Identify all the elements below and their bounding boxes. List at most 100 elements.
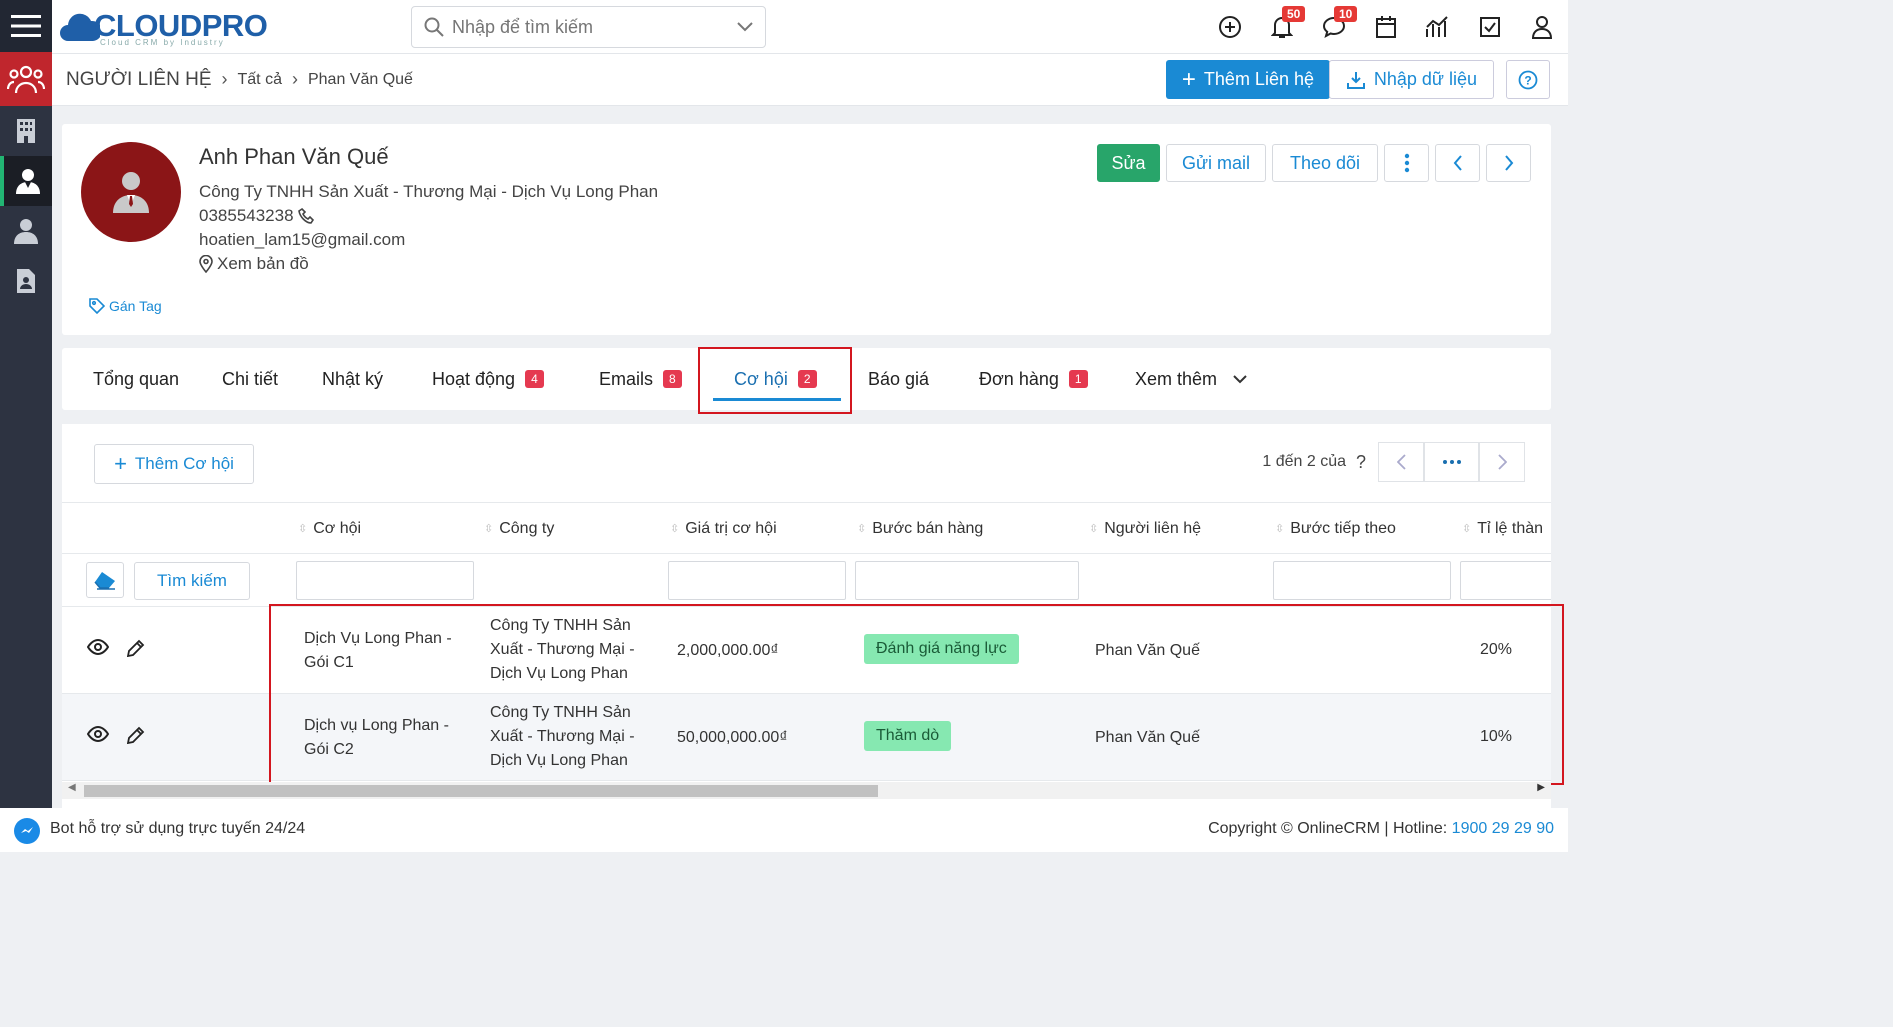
pager-total-unknown[interactable]: ? [1356, 452, 1366, 473]
sidebar-item-documents[interactable] [0, 256, 52, 306]
sidebar-item-companies[interactable] [0, 106, 52, 156]
phone-icon[interactable] [297, 207, 316, 225]
column-header-value[interactable]: ⇳ Giá trị cơ hội [670, 503, 777, 555]
help-icon: ? [1518, 70, 1538, 89]
sidebar-item-contacts-group[interactable] [0, 52, 52, 106]
more-actions-button[interactable] [1384, 144, 1429, 182]
column-header-contact[interactable]: ⇳ Người liên hệ [1089, 503, 1201, 555]
help-button[interactable]: ? [1506, 60, 1550, 99]
edit-button[interactable]: Sửa [1097, 144, 1160, 182]
tab-label: Nhật ký [322, 368, 384, 389]
import-label: Nhập dữ liệu [1373, 69, 1477, 89]
next-record-button[interactable] [1486, 144, 1531, 182]
logo[interactable]: CLOUDPRO Cloud CRM by Industry [60, 6, 268, 47]
tag-label: Gán Tag [109, 298, 162, 314]
scrollbar-thumb[interactable] [84, 785, 878, 797]
filter-input-probability[interactable] [1460, 561, 1551, 600]
filter-input-next-step[interactable] [1273, 561, 1451, 600]
map-link: Xem bản đồ [217, 254, 309, 273]
eye-icon[interactable] [87, 639, 109, 655]
messenger-bolt-icon [21, 827, 33, 833]
pencil-icon[interactable] [127, 726, 145, 744]
tab-log[interactable]: Nhật ký [322, 348, 383, 410]
add-opportunity-button[interactable]: + Thêm Cơ hội [94, 444, 254, 484]
column-header-company[interactable]: ⇳ Công ty [484, 503, 554, 555]
page-more-button[interactable] [1424, 442, 1479, 482]
filter-input-value[interactable] [668, 561, 846, 600]
breadcrumb-all[interactable]: Tất cả [238, 71, 282, 89]
eye-icon[interactable] [87, 726, 109, 742]
add-tag-link[interactable]: Gán Tag [89, 298, 162, 314]
contact-map-row[interactable]: Xem bản đồ [199, 254, 309, 274]
clear-filter-button[interactable] [86, 562, 124, 598]
page-prev-button[interactable] [1378, 442, 1424, 482]
column-header-opportunity[interactable]: ⇳ Cơ hội [298, 503, 361, 555]
horizontal-scrollbar[interactable]: ◀ ▶ [62, 782, 1551, 799]
sidebar-item-contacts[interactable] [0, 156, 52, 206]
previous-record-button[interactable] [1435, 144, 1480, 182]
sort-icon: ⇳ [670, 523, 680, 535]
menu-button[interactable] [0, 0, 52, 52]
tab-details[interactable]: Chi tiết [222, 348, 278, 410]
chevron-down-icon[interactable] [737, 22, 753, 32]
tab-count-badge: 4 [525, 370, 544, 388]
tab-overview[interactable]: Tổng quan [93, 348, 179, 410]
highlight-box-rows [269, 604, 1564, 785]
person-icon [14, 219, 38, 244]
import-button[interactable]: Nhập dữ liệu [1328, 60, 1494, 99]
chevron-left-icon [1453, 155, 1462, 171]
profile-button[interactable] [1516, 0, 1568, 54]
bot-support-link[interactable]: Bot hỗ trợ sử dụng trực tuyến 24/24 [50, 820, 305, 838]
hotline-link[interactable]: 1900 29 29 90 [1452, 820, 1554, 837]
column-label: Giá trị cơ hội [685, 520, 777, 537]
contact-file-icon [17, 269, 35, 293]
contact-company[interactable]: Công Ty TNHH Sản Xuất - Thương Mại - Dịc… [199, 182, 658, 202]
add-contact-label: Thêm Liên hệ [1203, 69, 1314, 89]
filter-input-opportunity[interactable] [296, 561, 474, 600]
chevron-right-icon [1504, 155, 1513, 171]
column-header-next-step[interactable]: ⇳ Bước tiếp theo [1275, 503, 1396, 555]
follow-button[interactable]: Theo dõi [1272, 144, 1378, 182]
search-input[interactable] [452, 16, 737, 38]
tab-orders[interactable]: Đơn hàng 1 [979, 348, 1088, 410]
scroll-left-icon[interactable]: ◀ [68, 782, 76, 793]
chat-button[interactable]: 10 [1308, 0, 1360, 54]
messenger-icon[interactable] [14, 818, 40, 844]
column-header-probability[interactable]: ⇳ Tỉ lệ thàn [1462, 503, 1543, 555]
search-filter-button[interactable]: Tìm kiếm [134, 562, 250, 600]
chart-icon [1426, 16, 1448, 37]
global-search[interactable] [411, 6, 766, 48]
page-next-button[interactable] [1479, 442, 1525, 482]
breadcrumb-module[interactable]: NGƯỜI LIÊN HỆ [66, 69, 212, 91]
send-mail-button[interactable]: Gửi mail [1166, 144, 1266, 182]
tab-label: Xem thêm [1135, 368, 1218, 389]
column-label: Người liên hệ [1104, 520, 1202, 537]
create-button[interactable] [1204, 0, 1256, 54]
topbar: CLOUDPRO Cloud CRM by Industry 50 10 [52, 0, 1568, 54]
contact-phone[interactable]: 0385543238 [199, 206, 294, 226]
vertical-dots-icon [1404, 153, 1409, 173]
tab-label: Chi tiết [222, 368, 279, 389]
tab-quotes[interactable]: Báo giá [868, 348, 929, 410]
add-contact-button[interactable]: + Thêm Liên hệ [1165, 60, 1330, 99]
sidebar-item-leads[interactable] [0, 206, 52, 256]
notifications-button[interactable]: 50 [1256, 0, 1308, 54]
filter-input-sales-stage[interactable] [855, 561, 1079, 600]
tag-icon [89, 298, 105, 314]
contact-email[interactable]: hoatien_lam15@gmail.com [199, 230, 405, 250]
tab-count-badge: 8 [663, 370, 682, 388]
tab-activities[interactable]: Hoạt động 4 [432, 348, 544, 410]
pencil-icon[interactable] [127, 639, 145, 657]
sort-icon: ⇳ [857, 523, 867, 535]
tab-emails[interactable]: Emails 8 [599, 348, 682, 410]
tab-more[interactable]: Xem thêm [1135, 348, 1247, 410]
highlight-box-tab [698, 347, 852, 414]
column-header-sales-stage[interactable]: ⇳ Bước bán hàng [857, 503, 983, 555]
tasks-button[interactable] [1464, 0, 1516, 54]
calendar-button[interactable] [1360, 0, 1412, 54]
reports-button[interactable] [1412, 0, 1464, 54]
scroll-right-icon[interactable]: ▶ [1537, 782, 1545, 793]
sort-icon: ⇳ [1462, 523, 1472, 535]
copyright-text: Copyright © OnlineCRM | Hotline: [1208, 820, 1452, 837]
logo-tagline: Cloud CRM by Industry [100, 38, 225, 47]
